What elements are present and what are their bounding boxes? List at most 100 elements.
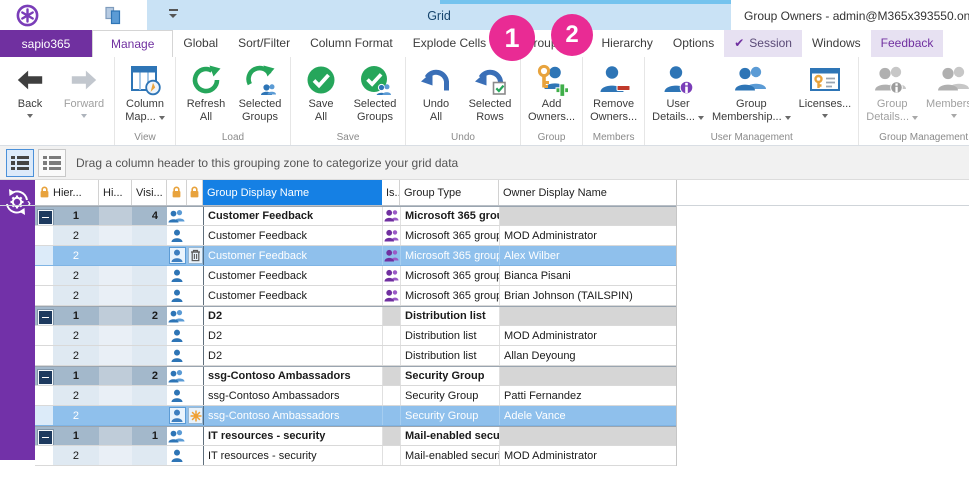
table-row[interactable]: 2 [35,286,676,306]
group-details-icon [875,62,909,98]
person-icon [171,269,183,283]
members-button[interactable]: Members... [922,61,969,119]
collapse-icon [42,437,49,439]
hierarchy-cell: 1 [35,427,99,445]
column-header-visible[interactable]: Visi... [132,180,167,205]
row-action-icon-cell [187,367,203,385]
group-label-save: Save [291,132,405,143]
column-header-hierarchy[interactable]: Hier... [35,180,99,205]
add-owners-button[interactable]: AddOwners... [524,61,579,125]
table-row[interactable]: 2 [35,266,676,286]
column-header-owner-display-name[interactable]: Owner Display Name [499,180,676,205]
group-type-cell: Microsoft 365 group [400,266,499,285]
star-icon[interactable] [188,407,203,424]
tab-hierarchy[interactable]: Hierarchy [592,30,663,57]
lock-icon [39,186,50,199]
remove-owners-button[interactable]: RemoveOwners... [586,61,641,125]
undo-selected-rows-button[interactable]: SelectedRows [463,61,517,125]
column-header-lock-b[interactable] [187,180,203,205]
table-row[interactable]: 2 [35,406,676,426]
group-type-cell: Microsoft 365 group [400,226,499,245]
person-icon-slot [171,329,183,343]
trash-icon[interactable] [188,247,203,264]
column-header-lock-a[interactable] [167,180,187,205]
table-row[interactable]: 2 [35,346,676,366]
column-header-group-type[interactable]: Group Type [400,180,499,205]
tab-global[interactable]: Global [173,30,228,57]
is-teams-cell [382,346,400,365]
table-row[interactable]: 1 1 [35,426,676,446]
column-header-group-display-name[interactable]: Group Display Name [203,180,382,205]
table-row[interactable]: 2 [35,386,676,406]
tab-sort-filter[interactable]: Sort/Filter [228,30,300,57]
owner-display-name-cell: Brian Johnson (TAILSPIN) [499,286,676,305]
group-display-name-cell: Customer Feedback [203,246,382,265]
visible-count-cell: 2 [132,367,167,385]
collapse-button[interactable] [38,210,53,225]
sapio365-logo-icon[interactable] [16,4,39,32]
flat-view-icon [43,156,60,171]
user-details-icon [661,62,695,98]
grid: Hier... Hi... Visi... Group Display Name… [35,180,676,466]
grouped-view-toggle[interactable] [6,149,34,177]
row-type-icon-cell [167,226,187,245]
save-selected-groups-button[interactable]: SelectedGroups [348,61,402,125]
owner-display-name-cell: MOD Administrator [499,446,676,465]
tab-manage[interactable]: Manage [92,30,173,57]
flat-view-toggle[interactable] [38,149,66,177]
collapse-button[interactable] [38,430,53,445]
table-row[interactable]: 1 4 [35,206,676,226]
copy-window-icon[interactable] [103,6,123,30]
row-type-icon-cell [167,266,187,285]
licenses-button[interactable]: Licenses... [795,61,856,119]
grouping-zone-hint[interactable]: Drag a column header to this grouping zo… [76,146,458,180]
row-action-icon-cell [187,427,203,445]
column-map-button[interactable]: Column Map... [118,61,172,125]
licenses-icon [808,62,842,98]
group-membership-button[interactable]: Group Membership... [708,61,795,125]
person-icon-slot [171,389,183,403]
tab-session[interactable]: ✔Session [724,30,802,57]
table-row[interactable]: 2 [35,326,676,346]
row-action-icon-cell [187,446,203,465]
undo-all-button[interactable]: UndoAll [409,61,463,125]
row-type-icon-cell [167,427,187,445]
sidebar-expand-chevron-icon[interactable]: › [27,196,31,210]
hierarchy-cell: 2 [35,386,99,405]
group-display-name-cell: D2 [203,307,382,325]
table-row[interactable]: 2 [35,446,676,466]
group-display-name-cell: IT resources - security [203,427,382,445]
hierarchy-cell: 2 [35,326,99,345]
visible-count-cell [132,286,167,305]
refresh-all-button[interactable]: RefreshAll [179,61,233,125]
tab-feedback[interactable]: Feedback [871,30,944,57]
teams-group-icon [384,229,399,243]
hierarchy-cell: 2 [35,346,99,365]
group-label-undo: Undo [406,132,520,143]
collapse-button[interactable] [38,310,53,325]
column-header-is[interactable]: Is... [382,180,400,205]
column-header-hi[interactable]: Hi... [99,180,132,205]
table-row[interactable]: 2 [35,246,676,266]
hi-cell [99,427,132,445]
settings-sidebar[interactable]: › [0,180,35,460]
ribbon-group-group: AddOwners... Group [521,57,583,145]
table-row[interactable]: 1 2 [35,306,676,326]
collapse-button[interactable] [38,370,53,385]
table-row[interactable]: 1 2 [35,366,676,386]
save-all-button[interactable]: SaveAll [294,61,348,125]
is-teams-cell [382,226,400,245]
tab-windows[interactable]: Windows [802,30,871,57]
user-details-button[interactable]: User Details... [648,61,708,125]
back-button[interactable]: Back [3,61,57,119]
app-title: Grid [147,0,731,30]
table-row[interactable]: 2 [35,226,676,246]
tab-explode-cells[interactable]: Explode Cells [403,30,496,57]
group-details-button[interactable]: Group Details... [862,61,922,125]
refresh-selected-groups-button[interactable]: SelectedGroups [233,61,287,125]
hi-cell [99,386,132,405]
forward-button[interactable]: Forward [57,61,111,119]
tab-options[interactable]: Options [663,30,724,57]
tab-sapio365[interactable]: sapio365 [0,30,92,57]
tab-column-format[interactable]: Column Format [300,30,403,57]
